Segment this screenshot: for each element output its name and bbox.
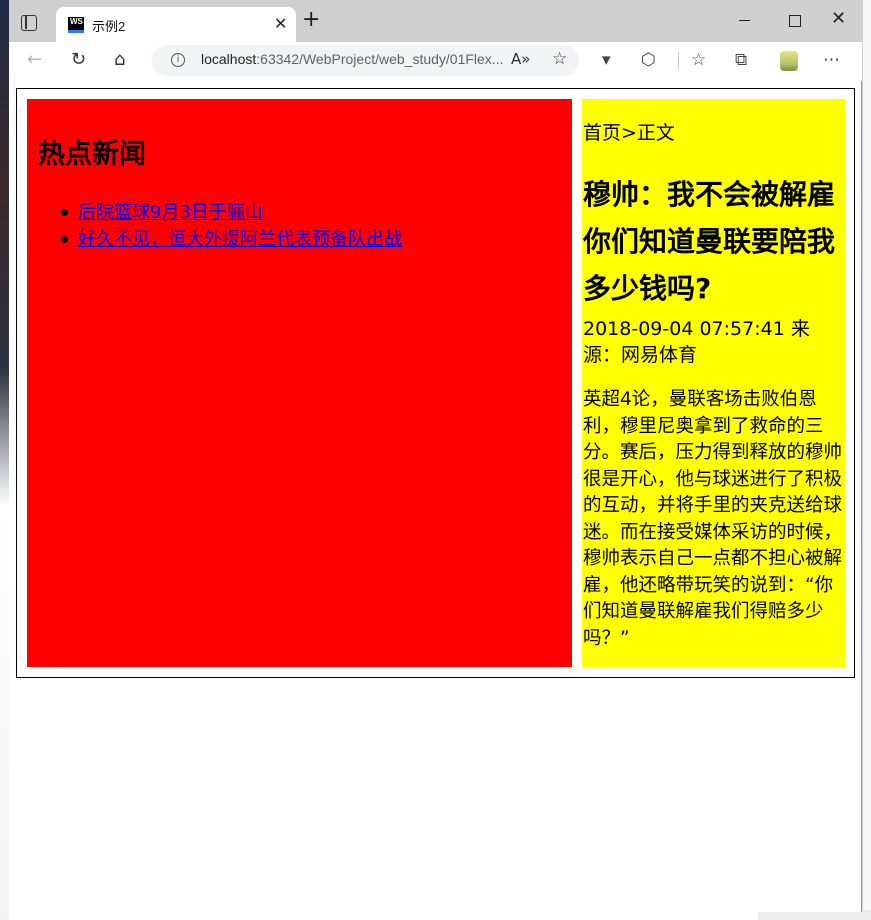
- article-meta: 2018-09-04 07:57:41 来源：网易体育: [583, 318, 810, 366]
- list-item: 好久不见，恒大外援阿兰代表预备队出战: [61, 226, 402, 253]
- url-host: localhost: [201, 51, 257, 67]
- maximize-icon[interactable]: [789, 15, 801, 27]
- hot-news-heading: 热点新闻: [38, 139, 146, 170]
- address-bar[interactable]: i localhost:63342/WebProject/web_study/0…: [152, 45, 579, 76]
- browser-essentials-icon[interactable]: ▾: [602, 50, 611, 70]
- desktop-background-left: [0, 0, 9, 920]
- new-tab-plus-icon[interactable]: +: [302, 9, 320, 31]
- desktop-background-right: [862, 0, 871, 920]
- news-link[interactable]: 好久不见，恒大外援阿兰代表预备队出战: [78, 229, 402, 250]
- flex-container: 热点新闻 后院篮球9月3日于骊山 好久不见，恒大外援阿兰代表预备队出战 首页>正…: [16, 88, 855, 678]
- extensions-icon[interactable]: ⬡: [641, 50, 656, 70]
- list-item: 后院篮球9月3日于骊山: [61, 199, 402, 226]
- more-menu-icon[interactable]: ⋯: [823, 50, 840, 70]
- window-close-icon[interactable]: ✕: [831, 8, 846, 29]
- profile-icon[interactable]: [780, 51, 798, 71]
- tab-strip: WS 示例2 ✕ + ✕: [9, 0, 862, 42]
- browser-window: WS 示例2 ✕ + ✕ ← ↻ ⌂ i localhost:63342/Web…: [9, 0, 862, 912]
- news-list: 后院篮球9月3日于骊山 好久不见，恒大外援阿兰代表预备队出战: [61, 199, 402, 253]
- url-path: :63342/WebProject/web_study/01Flex...: [256, 51, 504, 67]
- hot-news-column: 热点新闻 后院篮球9月3日于骊山 好久不见，恒大外援阿兰代表预备队出战: [27, 99, 572, 667]
- favorites-icon[interactable]: ☆: [691, 50, 706, 70]
- tab-title: 示例2: [92, 19, 126, 34]
- add-favorite-icon[interactable]: ☆: [552, 49, 567, 69]
- page-viewport: 热点新闻 后院篮球9月3日于骊山 好久不见，恒大外援阿兰代表预备队出战 首页>正…: [9, 80, 861, 912]
- article-column: 首页>正文 穆帅：我不会被解雇 你们知道曼联要陪我多少钱吗? 2018-09-0…: [582, 99, 845, 667]
- refresh-icon[interactable]: ↻: [71, 49, 86, 71]
- toolbar-divider: [678, 52, 679, 70]
- minimize-icon[interactable]: [739, 20, 750, 21]
- browser-toolbar: ← ↻ ⌂ i localhost:63342/WebProject/web_s…: [9, 42, 862, 81]
- close-icon[interactable]: ✕: [274, 14, 287, 33]
- breadcrumb: 首页>正文: [583, 122, 675, 144]
- info-icon[interactable]: i: [171, 53, 185, 67]
- collections-icon[interactable]: ⧉: [735, 50, 747, 70]
- tab-actions-icon[interactable]: [21, 15, 37, 31]
- webstorm-favicon-icon: WS: [68, 17, 84, 33]
- article-title: 穆帅：我不会被解雇 你们知道曼联要陪我多少钱吗?: [583, 178, 836, 305]
- read-aloud-icon[interactable]: A»: [511, 50, 530, 68]
- tab-active[interactable]: WS 示例2 ✕: [56, 7, 296, 42]
- article-body: 英超4论，曼联客场击败伯恩利，穆里尼奥拿到了救命的三分。赛后，压力得到释放的穆帅…: [583, 389, 843, 649]
- back-arrow-icon[interactable]: ←: [27, 49, 42, 71]
- url-text[interactable]: localhost:63342/WebProject/web_study/01F…: [201, 51, 503, 67]
- home-icon[interactable]: ⌂: [114, 49, 125, 71]
- news-link[interactable]: 后院篮球9月3日于骊山: [78, 202, 263, 223]
